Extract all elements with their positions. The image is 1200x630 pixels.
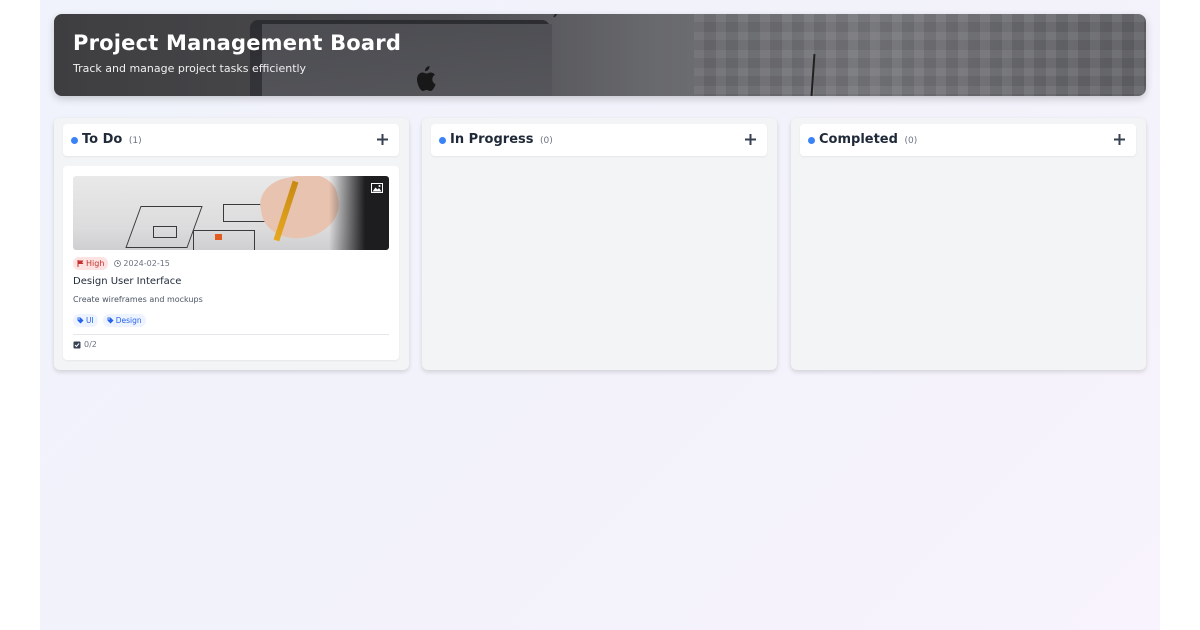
tag-icon bbox=[107, 317, 114, 324]
due-date: 2024-02-15 bbox=[114, 259, 170, 268]
flag-icon bbox=[77, 260, 84, 267]
column-todo: To Do (1) High 2024-02-15 Design User In… bbox=[54, 118, 409, 370]
subtask-count: 0/2 bbox=[84, 340, 97, 349]
column-title-todo: To Do (1) bbox=[82, 132, 142, 147]
board-columns: To Do (1) High 2024-02-15 Design User In… bbox=[54, 118, 1146, 370]
plus-icon bbox=[1113, 133, 1125, 145]
board-page: Project Management Board Track and manag… bbox=[40, 0, 1160, 630]
column-task-count: (0) bbox=[540, 136, 553, 146]
column-header-todo: To Do (1) bbox=[63, 124, 399, 156]
column-title-label: Completed bbox=[819, 132, 898, 147]
column-completed: Completed (0) bbox=[791, 118, 1146, 370]
plus-icon bbox=[376, 133, 388, 145]
task-title: Design User Interface bbox=[73, 276, 182, 287]
task-description: Create wireframes and mockups bbox=[73, 295, 203, 304]
due-date-value: 2024-02-15 bbox=[123, 259, 170, 268]
add-task-button-in-progress[interactable] bbox=[741, 130, 759, 148]
column-status-dot bbox=[808, 137, 815, 144]
page-subtitle: Track and manage project tasks efficient… bbox=[73, 62, 307, 75]
add-task-button-todo[interactable] bbox=[373, 130, 391, 148]
card-divider bbox=[73, 334, 389, 335]
sketch-highlight bbox=[215, 234, 222, 240]
tag-label: Design bbox=[115, 316, 142, 325]
tag-label: UI bbox=[86, 316, 94, 325]
column-header-completed: Completed (0) bbox=[800, 124, 1136, 156]
sketch-frame bbox=[193, 230, 255, 250]
tag-chip[interactable]: UI bbox=[73, 314, 98, 327]
column-task-count: (1) bbox=[128, 136, 142, 146]
column-task-count: (0) bbox=[904, 136, 918, 146]
tag-chip[interactable]: Design bbox=[102, 314, 146, 327]
page-title: Project Management Board bbox=[73, 31, 402, 55]
column-title-completed: Completed (0) bbox=[819, 132, 917, 147]
column-in-progress: In Progress (0) bbox=[422, 118, 777, 370]
task-card[interactable]: High 2024-02-15 Design User Interface Cr… bbox=[63, 166, 399, 360]
priority-label: High bbox=[86, 259, 105, 268]
subtask-progress[interactable]: 0/2 bbox=[73, 340, 97, 349]
clock-icon bbox=[114, 260, 122, 267]
header-banner: Project Management Board Track and manag… bbox=[54, 14, 1146, 96]
task-tags: UI Design bbox=[73, 314, 146, 327]
column-status-dot bbox=[439, 137, 446, 144]
column-title-label: In Progress bbox=[450, 132, 534, 147]
banner-overlay bbox=[54, 14, 1146, 96]
priority-badge: High bbox=[73, 257, 109, 270]
column-header-in-progress: In Progress (0) bbox=[431, 124, 767, 156]
tag-icon bbox=[77, 317, 84, 324]
column-title-in-progress: In Progress (0) bbox=[450, 132, 553, 147]
task-meta: High 2024-02-15 bbox=[73, 257, 170, 270]
sketch-frame bbox=[223, 204, 265, 222]
task-cover-image bbox=[73, 176, 389, 250]
column-status-dot bbox=[71, 137, 78, 144]
sketch-frame bbox=[153, 226, 177, 238]
image-icon[interactable] bbox=[371, 182, 383, 194]
column-title-label: To Do bbox=[82, 132, 123, 147]
plus-icon bbox=[744, 133, 756, 145]
checkbox-icon bbox=[73, 341, 81, 348]
add-task-button-completed[interactable] bbox=[1110, 130, 1128, 148]
